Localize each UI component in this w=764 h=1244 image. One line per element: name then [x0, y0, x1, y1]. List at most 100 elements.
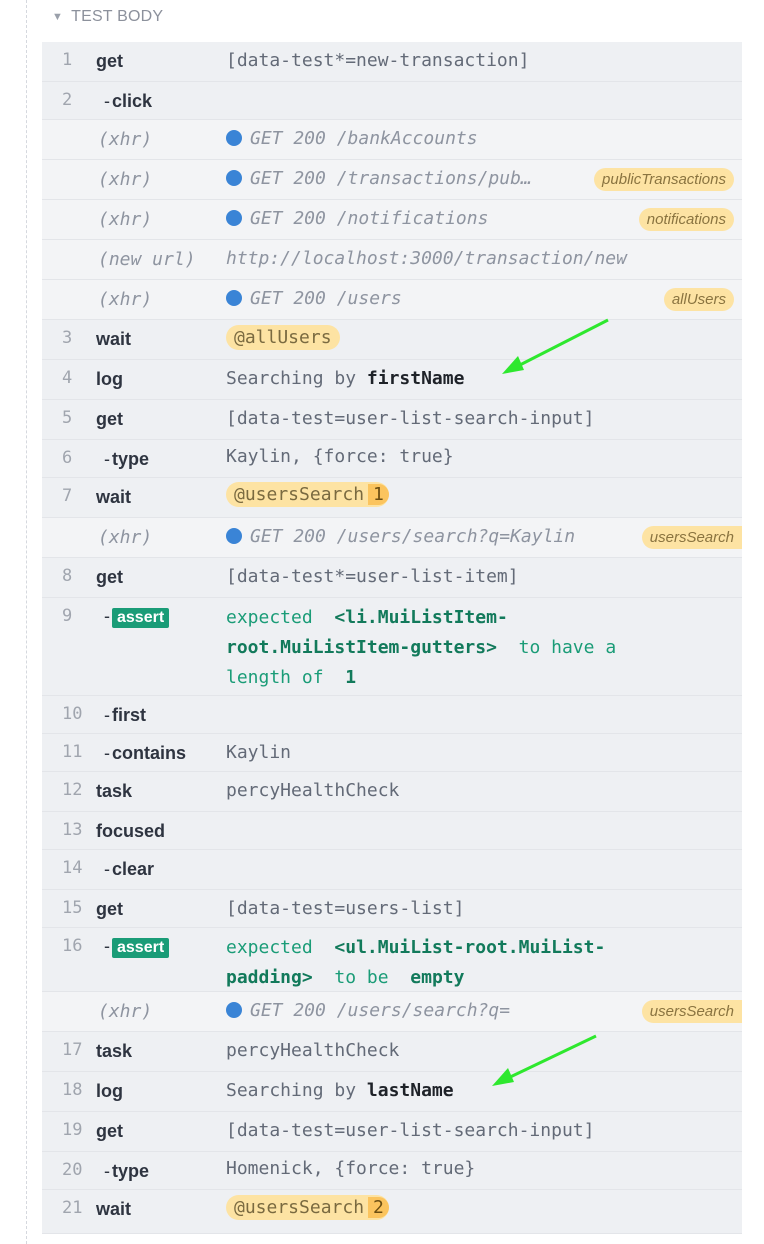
xhr-message: GET 200 /bankAccounts: [226, 128, 478, 149]
command-name: assert: [104, 936, 170, 958]
line-number: 8: [62, 566, 73, 586]
command-row-wait[interactable]: 7 wait @usersSearch 1: [42, 478, 742, 518]
line-number: 7: [62, 486, 73, 506]
assertion-message: expected <li.MuiListItem-root.MuiListIte…: [226, 607, 617, 688]
command-message: Kaylin, {force: true}: [226, 446, 454, 467]
command-row-wait[interactable]: 3 wait @allUsers: [42, 320, 742, 360]
command-message: percyHealthCheck: [226, 780, 400, 801]
command-row-click[interactable]: 2 click: [42, 82, 742, 120]
command-row-get[interactable]: 15 get [data-test=users-list]: [42, 890, 742, 928]
line-number: 16: [62, 936, 83, 956]
command-message: percyHealthCheck: [226, 1040, 400, 1061]
command-row-contains[interactable]: 11 contains Kaylin: [42, 734, 742, 772]
line-number: 4: [62, 368, 73, 388]
xhr-label: (xhr): [98, 527, 153, 548]
alias-tag: allUsers: [663, 288, 734, 311]
command-row-get[interactable]: 1 get [data-test*=new-transaction]: [42, 42, 742, 82]
assert-badge: assert: [112, 938, 170, 958]
alias-pill: @allUsers: [226, 325, 340, 350]
command-row-clear[interactable]: 14 clear: [42, 850, 742, 890]
command-message: Searching by firstName: [226, 368, 465, 389]
request-status-dot-icon: [226, 210, 242, 226]
command-message: Homenick, {force: true}: [226, 1158, 476, 1179]
xhr-message: GET 200 /users/search?q=Kaylin: [226, 526, 575, 547]
xhr-label: (xhr): [98, 209, 153, 230]
section-title: TEST BODY: [71, 8, 164, 25]
line-number: 1: [62, 50, 73, 70]
line-number: 5: [62, 408, 73, 428]
xhr-message: GET 200 /users/search?q=: [226, 1000, 510, 1021]
command-row-task[interactable]: 17 task percyHealthCheck: [42, 1032, 742, 1072]
command-row-wait[interactable]: 21 wait @usersSearch 2: [42, 1190, 742, 1234]
alias-count: 1: [368, 484, 389, 505]
xhr-label: (xhr): [98, 169, 153, 190]
new-url-row[interactable]: (new url) http://localhost:3000/transact…: [42, 240, 742, 280]
line-number: 15: [62, 898, 83, 918]
command-name: assert: [104, 606, 170, 628]
command-message: @allUsers: [226, 325, 340, 350]
command-name: wait: [96, 329, 132, 349]
alias-tag: usersSearch: [641, 526, 742, 549]
command-message: [data-test*=new-transaction]: [226, 50, 530, 71]
command-name: get: [96, 899, 123, 919]
command-name: first: [104, 705, 146, 726]
command-row-task[interactable]: 12 task percyHealthCheck: [42, 772, 742, 812]
command-name: get: [96, 51, 123, 71]
line-number: 14: [62, 858, 83, 878]
command-name: clear: [104, 859, 154, 880]
command-name: contains: [104, 743, 186, 764]
command-message: [data-test=user-list-search-input]: [226, 408, 595, 429]
alias-tag: usersSearch: [641, 1000, 742, 1023]
command-row-log[interactable]: 4 log Searching by firstName: [42, 360, 742, 400]
request-status-dot-icon: [226, 528, 242, 544]
command-name: task: [96, 781, 133, 801]
command-row-assert[interactable]: 9 assert expected <li.MuiListItem-root.M…: [42, 598, 742, 696]
line-number: 13: [62, 820, 83, 840]
caret-down-icon: ▼: [52, 11, 64, 23]
command-name: focused: [96, 821, 166, 841]
command-name: log: [96, 369, 123, 389]
command-name: click: [104, 91, 152, 112]
indent-guide: [26, 0, 27, 1244]
line-number: 2: [62, 90, 73, 110]
command-name: wait: [96, 487, 132, 507]
xhr-row[interactable]: (xhr) GET 200 /users/search?q=Kaylin use…: [42, 518, 742, 558]
xhr-row[interactable]: (xhr) GET 200 /users allUsers: [42, 280, 742, 320]
request-status-dot-icon: [226, 1002, 242, 1018]
command-row-log[interactable]: 18 log Searching by lastName: [42, 1072, 742, 1112]
line-number: 21: [62, 1198, 83, 1218]
xhr-row[interactable]: (xhr) GET 200 /users/search?q= usersSear…: [42, 992, 742, 1032]
test-body-header[interactable]: ▼ TEST BODY: [52, 8, 163, 26]
line-number: 17: [62, 1040, 83, 1060]
command-row-focused[interactable]: 13 focused: [42, 812, 742, 850]
new-url-label: (new url): [98, 249, 196, 270]
command-row-get[interactable]: 5 get [data-test=user-list-search-input]: [42, 400, 742, 440]
xhr-message: GET 200 /transactions/pub…: [226, 168, 532, 189]
xhr-label: (xhr): [98, 129, 153, 150]
command-name: type: [104, 449, 149, 470]
command-message: Kaylin: [226, 742, 292, 763]
line-number: 9: [62, 606, 73, 626]
command-row-first[interactable]: 10 first: [42, 696, 742, 734]
command-row-get[interactable]: 19 get [data-test=user-list-search-input…: [42, 1112, 742, 1152]
line-number: 11: [62, 742, 83, 762]
command-row-type[interactable]: 20 type Homenick, {force: true}: [42, 1152, 742, 1190]
xhr-row[interactable]: (xhr) GET 200 /notifications notificatio…: [42, 200, 742, 240]
line-number: 12: [62, 780, 83, 800]
xhr-row[interactable]: (xhr) GET 200 /bankAccounts: [42, 120, 742, 160]
command-message: [data-test=user-list-search-input]: [226, 1120, 595, 1141]
xhr-row[interactable]: (xhr) GET 200 /transactions/pub… publicT…: [42, 160, 742, 200]
alias-pill: @usersSearch 2: [226, 1195, 389, 1220]
request-status-dot-icon: [226, 130, 242, 146]
command-name: get: [96, 409, 123, 429]
command-name: wait: [96, 1199, 132, 1219]
command-name: type: [104, 1161, 149, 1182]
command-message: [data-test*=user-list-item]: [226, 566, 519, 587]
line-number: 6: [62, 448, 73, 468]
command-message: Searching by lastName: [226, 1080, 454, 1101]
xhr-message: GET 200 /notifications: [226, 208, 488, 229]
command-row-type[interactable]: 6 type Kaylin, {force: true}: [42, 440, 742, 478]
command-row-get[interactable]: 8 get [data-test*=user-list-item]: [42, 558, 742, 598]
xhr-message: GET 200 /users: [226, 288, 402, 309]
command-row-assert[interactable]: 16 assert expected <ul.MuiList-root.MuiL…: [42, 928, 742, 992]
